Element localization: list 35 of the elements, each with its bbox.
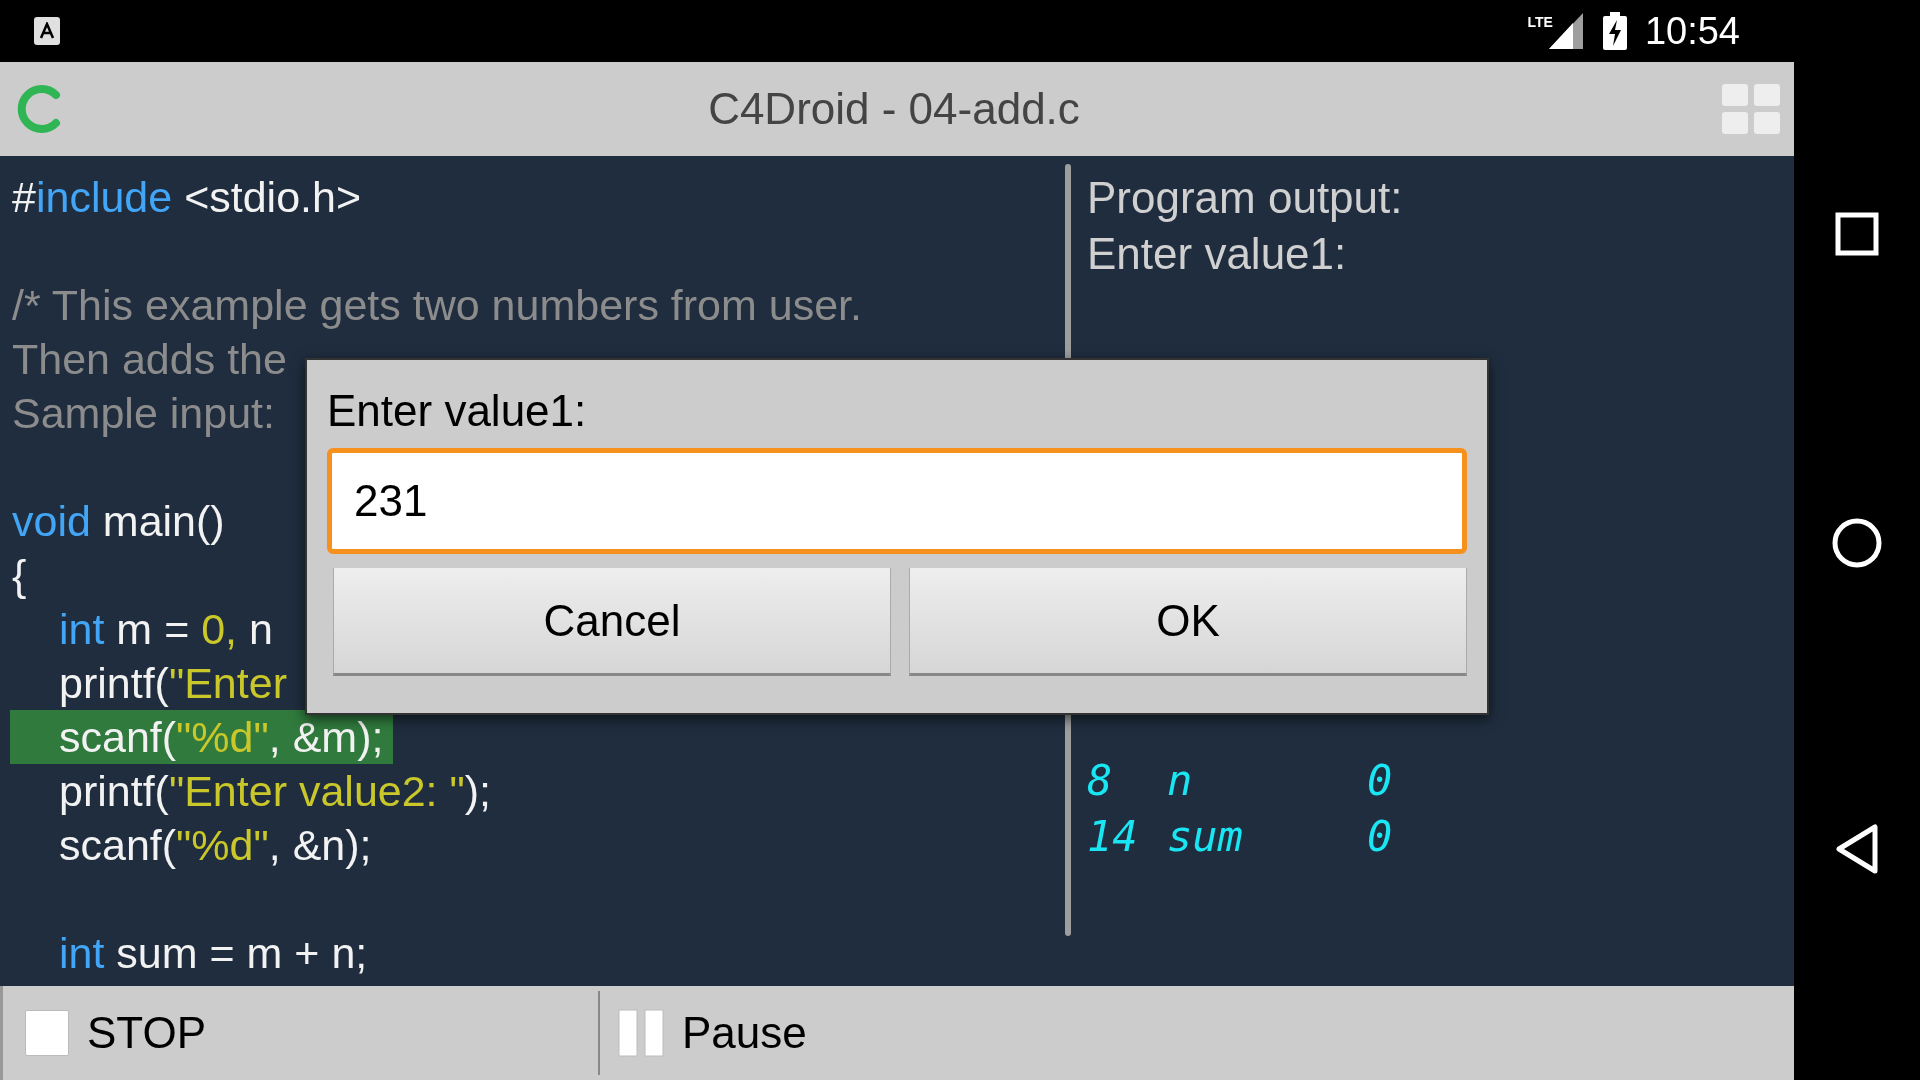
code-line: { — [11, 550, 28, 601]
back-triangle-icon[interactable] — [1835, 824, 1879, 874]
code-line: void main() — [11, 496, 226, 547]
stop-button[interactable]: STOP — [0, 986, 598, 1080]
home-circle-icon[interactable] — [1832, 518, 1882, 568]
dialog-button[interactable]: OK — [909, 568, 1467, 676]
variable-name: n — [1167, 754, 1194, 807]
battery-charging-icon — [1602, 12, 1627, 50]
program-output-line: Enter value1: — [1087, 228, 1348, 280]
dialog-prompt: Enter value1: — [327, 386, 588, 436]
network-type: LTE — [1527, 13, 1553, 32]
variable-value: 0 — [1367, 810, 1393, 863]
stop-icon — [25, 1010, 69, 1056]
variable-name: sum — [1167, 810, 1244, 863]
code-line: Sample input: — [11, 388, 276, 439]
code-line: #include <stdio.h> — [11, 172, 363, 223]
keyboard-notification-icon — [34, 17, 60, 45]
pause-icon — [618, 1009, 664, 1057]
code-line: printf("Enter value2: "); — [58, 766, 493, 817]
variable-line-number: 8 — [1087, 754, 1114, 807]
code-line: Then adds the — [11, 334, 288, 385]
value-input-field[interactable]: 231 — [327, 448, 1467, 554]
clock-time: 10:54 — [1644, 8, 1740, 54]
dialog-button[interactable]: Cancel — [333, 568, 891, 676]
code-line: int m = 0, n — [58, 604, 274, 655]
code-line: scanf("%d", &n); — [58, 820, 373, 871]
variable-value: 0 — [1367, 754, 1393, 807]
pause-button[interactable]: Pause — [600, 986, 1794, 1080]
code-line: int sum = m + n; — [58, 928, 369, 979]
code-line: /* This example gets two numbers from user. — [11, 280, 863, 331]
recents-square-icon[interactable] — [1835, 212, 1879, 256]
variable-line-number: 14 — [1087, 810, 1139, 863]
code-line: printf("Enter — [58, 658, 288, 709]
program-output-line: Program output: — [1087, 172, 1404, 224]
app-title: C4Droid - 04-add.c — [707, 83, 1081, 135]
